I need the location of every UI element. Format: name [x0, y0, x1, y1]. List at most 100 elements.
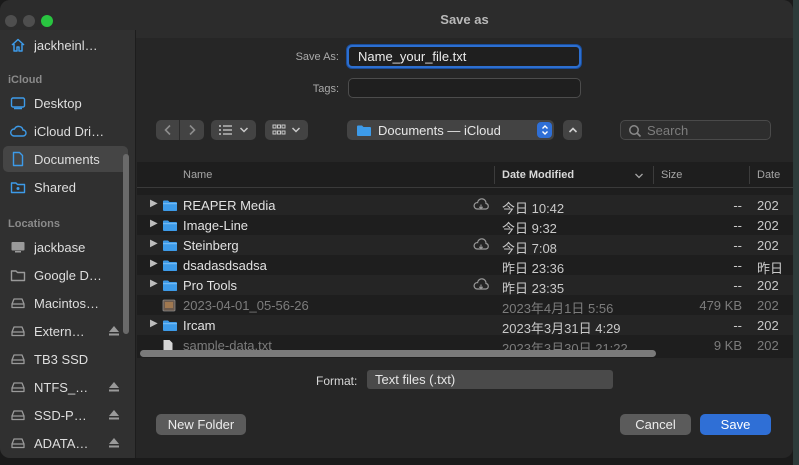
sidebar-item-label: Shared — [34, 179, 76, 195]
sidebar-scrollbar[interactable] — [123, 154, 129, 334]
cloud-download-icon[interactable] — [472, 238, 490, 255]
disclosure-triangle-icon[interactable]: ▶ — [150, 278, 158, 289]
sidebar-item-macintosh[interactable]: Macintos… — [3, 290, 128, 316]
view-mode-button[interactable] — [211, 120, 256, 140]
eject-icon[interactable] — [108, 408, 120, 423]
disclosure-triangle-icon[interactable]: ▶ — [150, 198, 158, 209]
file-row[interactable]: ▶ Steinberg 今日 7:08 -- 202 — [137, 235, 793, 256]
disclosure-triangle-icon[interactable]: ▶ — [150, 238, 158, 249]
chevron-left-icon — [163, 124, 171, 136]
sidebar-item-home[interactable]: jackheinl… — [3, 32, 128, 58]
location-popup[interactable]: Documents — iCloud — [347, 120, 554, 140]
save-button[interactable]: Save — [700, 414, 771, 435]
sidebar-item-label: Desktop — [34, 95, 82, 111]
drive-icon — [9, 351, 27, 367]
sidebar-item-ntfs[interactable]: NTFS_… — [3, 374, 128, 400]
location-label: Documents — iCloud — [378, 122, 501, 138]
dialog-title: Save as — [440, 12, 489, 27]
group-by-button[interactable] — [265, 120, 308, 140]
search-placeholder: Search — [647, 123, 689, 138]
file-name: Ircam — [183, 318, 216, 333]
sidebar-section-locations: Locations — [8, 218, 60, 230]
sidebar-item-ssd-p[interactable]: SSD-P… — [3, 402, 128, 428]
drive-icon — [9, 295, 27, 311]
close-window-button[interactable] — [5, 15, 17, 27]
file-size: 479 KB — [699, 298, 742, 313]
back-button[interactable] — [156, 120, 180, 140]
eject-icon[interactable] — [108, 380, 120, 395]
zoom-window-button[interactable] — [41, 15, 53, 27]
file-row[interactable]: 2023-04-01_05-56-26 2023年4月1日 5:56 479 KB 2… — [137, 295, 793, 316]
file-name: Pro Tools — [183, 278, 237, 293]
file-date: 202 — [757, 338, 779, 353]
sidebar-item-label: TB3 SSD — [34, 351, 89, 367]
file-row[interactable]: ▶ Pro Tools 昨日 23:35 -- 202 — [137, 275, 793, 296]
expand-collapse-button[interactable] — [563, 120, 582, 140]
shared-folder-icon — [9, 179, 27, 195]
file-row[interactable]: ▶ Image-Line 今日 9:32 -- 202 — [137, 215, 793, 236]
sidebar-item-desktop[interactable]: Desktop — [3, 90, 128, 116]
file-date: 202 — [757, 238, 779, 253]
new-folder-button[interactable]: New Folder — [156, 414, 246, 435]
file-list: Name Date Modified Size Date ▶ REAPER Med… — [137, 162, 793, 358]
file-date: 202 — [757, 278, 779, 293]
sidebar-item-google-drive[interactable]: Google D… — [3, 262, 128, 288]
drive-icon — [9, 407, 27, 423]
folder-icon — [9, 267, 27, 283]
column-divider[interactable] — [749, 166, 750, 184]
disclosure-triangle-icon[interactable]: ▶ — [150, 318, 158, 329]
sidebar-item-icloud-drive[interactable]: iCloud Dri… — [3, 118, 128, 144]
column-divider[interactable] — [653, 166, 654, 184]
sidebar-item-documents[interactable]: Documents — [3, 146, 128, 172]
sidebar-item-label: Google D… — [34, 267, 102, 283]
drive-icon — [9, 435, 27, 451]
chevron-down-icon — [291, 127, 301, 133]
tags-field[interactable] — [348, 78, 581, 98]
column-header-size[interactable]: Size — [661, 169, 682, 181]
filename-field[interactable]: Name_your_file.txt — [347, 45, 581, 68]
save-dialog: Save as jackheinl… iCloud Desktop iCloud… — [0, 0, 793, 458]
sidebar-item-label: Macintos… — [34, 295, 100, 311]
search-field[interactable]: Search — [620, 120, 771, 140]
list-view-icon — [219, 125, 232, 135]
sidebar-item-label: Documents — [34, 151, 100, 167]
sidebar-item-tb3-ssd[interactable]: TB3 SSD — [3, 346, 128, 372]
folder-icon — [162, 259, 178, 275]
sidebar-item-external[interactable]: Extern… — [3, 318, 128, 344]
computer-icon — [9, 239, 27, 255]
sidebar-item-label: SSD-P… — [34, 407, 87, 423]
cloud-download-icon[interactable] — [472, 198, 490, 215]
column-header-date[interactable]: Date — [757, 169, 780, 181]
cancel-button[interactable]: Cancel — [620, 414, 691, 435]
cloud-download-icon[interactable] — [472, 278, 490, 295]
disclosure-triangle-icon[interactable]: ▶ — [150, 258, 158, 269]
file-list-header: Name Date Modified Size Date — [137, 162, 793, 188]
forward-button[interactable] — [180, 120, 204, 140]
eject-icon[interactable] — [108, 324, 120, 339]
sidebar-item-jackbase[interactable]: jackbase — [3, 234, 128, 260]
image-file-icon — [162, 299, 176, 315]
column-header-name[interactable]: Name — [183, 169, 212, 181]
minimize-window-button[interactable] — [23, 15, 35, 27]
file-name: 2023-04-01_05-56-26 — [183, 298, 309, 313]
file-size: -- — [733, 238, 742, 253]
sidebar: jackheinl… iCloud Desktop iCloud Dri… Do… — [0, 30, 136, 458]
file-name: REAPER Media — [183, 198, 276, 213]
file-date: 202 — [757, 198, 779, 213]
format-popup[interactable]: Text files (.txt) — [367, 370, 613, 389]
disclosure-triangle-icon[interactable]: ▶ — [150, 218, 158, 229]
file-row[interactable]: ▶ REAPER Media 今日 10:42 -- 202 — [137, 195, 793, 216]
file-row[interactable]: ▶ Ircam 2023年3月31日 4:29 -- 202 — [137, 315, 793, 336]
horizontal-scrollbar[interactable] — [140, 350, 656, 357]
column-divider[interactable] — [494, 166, 495, 184]
eject-icon[interactable] — [108, 436, 120, 451]
column-header-date-modified[interactable]: Date Modified — [502, 169, 574, 181]
sidebar-item-adata[interactable]: ADATA… — [3, 430, 128, 456]
folder-icon — [162, 319, 178, 335]
sidebar-item-label: jackheinl… — [34, 37, 98, 53]
sidebar-item-shared[interactable]: Shared — [3, 174, 128, 200]
search-icon — [629, 125, 642, 138]
sidebar-item-label: Extern… — [34, 323, 85, 339]
file-row[interactable]: ▶ dsadasdsadsa 昨日 23:36 -- 昨日 — [137, 255, 793, 276]
drive-icon — [9, 379, 27, 395]
